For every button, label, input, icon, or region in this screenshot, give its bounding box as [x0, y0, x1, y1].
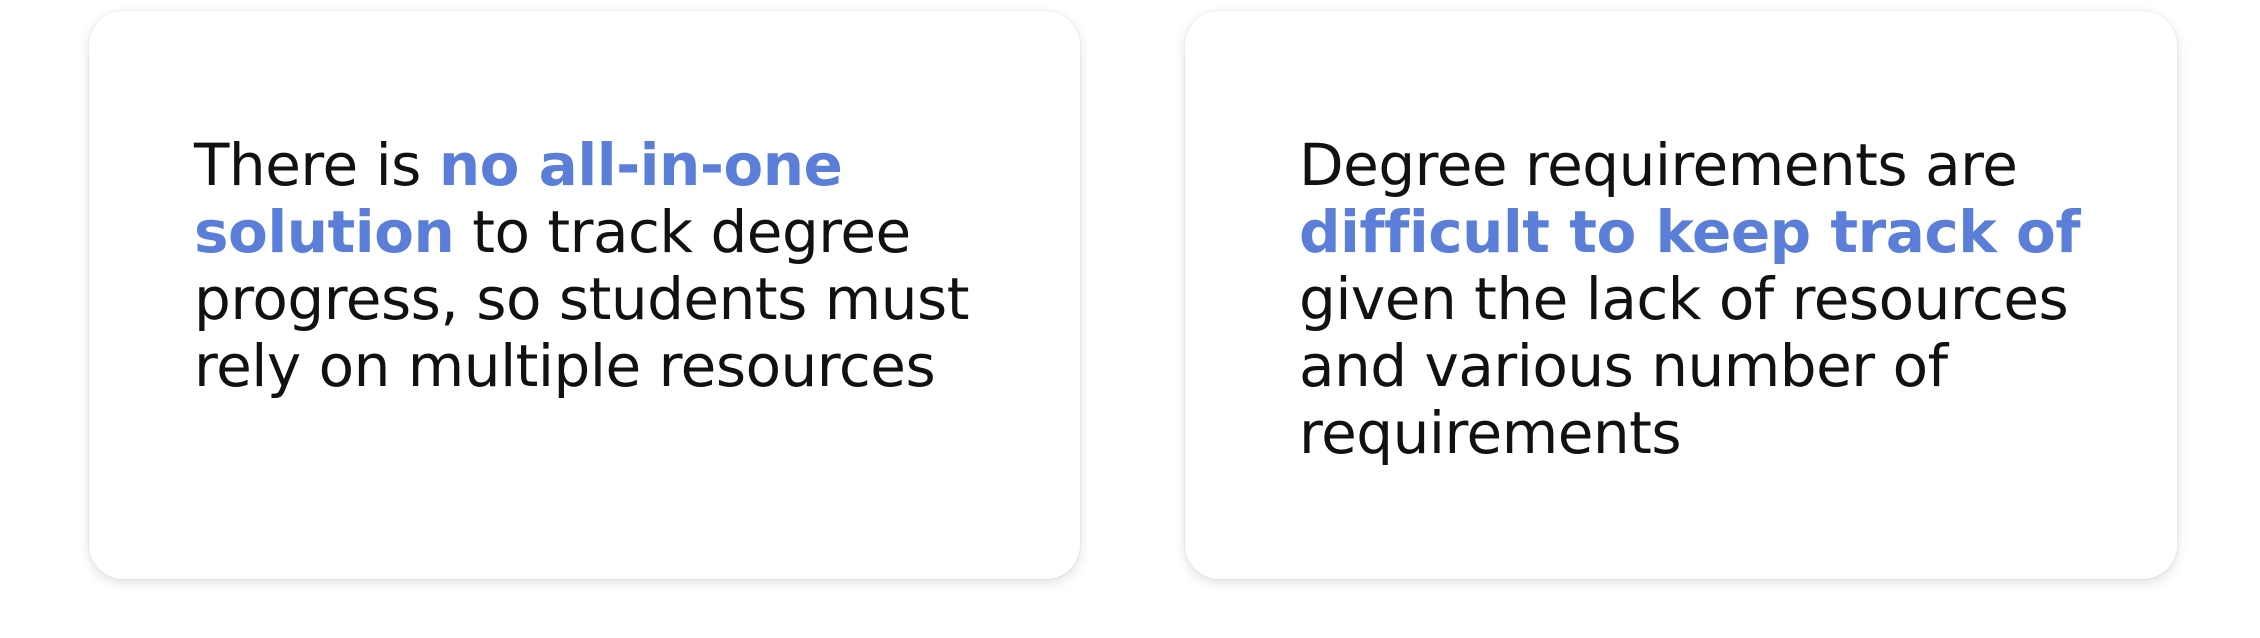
card-text: Degree requirements are difficult to kee… [1299, 132, 2149, 467]
card-line: requirements [1299, 399, 1682, 467]
highlight-text: difficult to keep track of [1299, 198, 2081, 266]
card-line: rely on multiple resources [194, 332, 936, 400]
card-line: Degree requirements are [1299, 131, 2018, 199]
card-line: and various number of [1299, 332, 1948, 400]
highlight-text: no all-in-one [438, 131, 843, 199]
highlight-text: solution [194, 198, 455, 266]
card-line: There is no all-in-one [194, 131, 843, 199]
problem-card-right: Degree requirements are difficult to kee… [1185, 11, 2177, 579]
card-line: given the lack of resources [1299, 265, 2069, 333]
card-text: There is no all-in-one solution to track… [194, 132, 1034, 400]
card-line: progress, so students must [194, 265, 969, 333]
card-line: solution to track degree [194, 198, 911, 266]
problem-card-left: There is no all-in-one solution to track… [89, 11, 1080, 579]
